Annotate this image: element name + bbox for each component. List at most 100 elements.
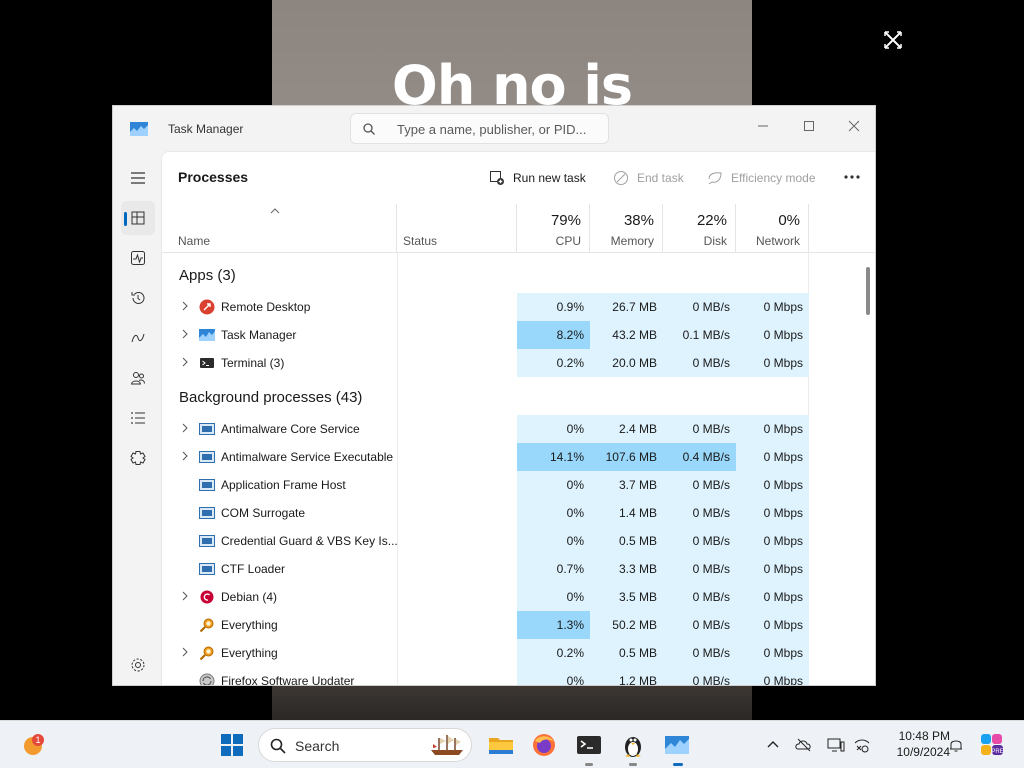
- expand-chevron-icon[interactable]: [181, 423, 189, 433]
- minimize-button[interactable]: [740, 111, 786, 141]
- process-name: Antimalware Service Executable: [221, 450, 394, 464]
- nav-item-details[interactable]: [121, 401, 155, 435]
- vertical-scrollbar[interactable]: [866, 267, 870, 315]
- firefox-icon[interactable]: [530, 731, 558, 759]
- column-header-disk[interactable]: 22% Disk: [663, 204, 736, 252]
- taskbar-search[interactable]: Search: [258, 728, 472, 762]
- efficiency-mode-button[interactable]: Efficiency mode: [707, 168, 822, 190]
- close-button[interactable]: [831, 111, 875, 141]
- task-manager-window: Task Manager Type a name, publisher, or …: [112, 105, 876, 686]
- nav-item-services[interactable]: [121, 441, 155, 475]
- weather-icon[interactable]: 1: [20, 731, 48, 759]
- copilot-icon[interactable]: PRE: [979, 732, 1005, 758]
- expand-chevron-icon[interactable]: [181, 591, 189, 601]
- table-row[interactable]: COM Surrogate 0% 1.4 MB 0 MB/s 0 Mbps: [162, 499, 875, 527]
- table-row[interactable]: Firefox Software Updater 0% 1.2 MB 0 MB/…: [162, 667, 875, 685]
- taskbar: 1 Search 10:48 PM 10/9/2024 PRE: [0, 720, 1024, 768]
- disk-cell: 0 MB/s: [663, 583, 736, 611]
- network-settings-icon[interactable]: [853, 736, 871, 754]
- more-options-icon[interactable]: [842, 172, 862, 182]
- service-window-icon: [199, 423, 215, 435]
- chevron-up-icon[interactable]: [764, 736, 782, 754]
- nav-item-performance[interactable]: [121, 241, 155, 275]
- memory-cell: 1.4 MB: [590, 499, 663, 527]
- nav-item-settings[interactable]: [121, 648, 155, 682]
- memory-total-percent: 38%: [623, 212, 654, 229]
- maximize-button[interactable]: [786, 111, 832, 141]
- display-icon[interactable]: [827, 736, 845, 754]
- column-header-name[interactable]: Name: [162, 204, 397, 252]
- table-row[interactable]: Application Frame Host 0% 3.7 MB 0 MB/s …: [162, 471, 875, 499]
- process-name: Remote Desktop: [221, 300, 311, 314]
- minimize-icon: [758, 125, 768, 127]
- table-row[interactable]: Task Manager 8.2% 43.2 MB 0.1 MB/s 0 Mbp…: [162, 321, 875, 349]
- expand-chevron-icon[interactable]: [181, 451, 189, 461]
- network-cell: 0 Mbps: [736, 639, 809, 667]
- column-header-memory[interactable]: 38% Memory: [590, 204, 663, 252]
- terminal-icon[interactable]: [575, 731, 603, 759]
- expand-chevron-icon[interactable]: [181, 357, 189, 367]
- table-row[interactable]: Antimalware Core Service 0% 2.4 MB 0 MB/…: [162, 415, 875, 443]
- overlay-close-icon[interactable]: [880, 27, 906, 53]
- remote-desktop-icon: [199, 299, 215, 315]
- cpu-cell: 1.3%: [517, 611, 590, 639]
- process-table: Apps (3) Background processes (43) Remot…: [162, 253, 875, 685]
- search-placeholder: Type a name, publisher, or PID...: [397, 122, 587, 137]
- service-window-icon: [199, 563, 215, 575]
- system-clock[interactable]: 10:48 PM 10/9/2024: [880, 728, 950, 760]
- memory-cell: 26.7 MB: [590, 293, 663, 321]
- process-name: Application Frame Host: [221, 478, 346, 492]
- table-row[interactable]: Remote Desktop 0.9% 26.7 MB 0 MB/s 0 Mbp…: [162, 293, 875, 321]
- table-row[interactable]: Credential Guard & VBS Key Is... 0% 0.5 …: [162, 527, 875, 555]
- nav-item-users[interactable]: [121, 361, 155, 395]
- end-task-button[interactable]: End task: [613, 168, 688, 190]
- process-name: Antimalware Core Service: [221, 422, 360, 436]
- group-header-background: Background processes (43): [179, 389, 363, 406]
- network-label: Network: [755, 234, 800, 248]
- users-icon: [130, 372, 145, 385]
- network-cell: 0 Mbps: [736, 321, 809, 349]
- terminal-icon: [200, 358, 214, 368]
- network-cell: 0 Mbps: [736, 527, 809, 555]
- task-manager-icon: [199, 329, 215, 341]
- network-cell: 0 Mbps: [736, 667, 809, 685]
- task-manager-icon[interactable]: [663, 731, 691, 759]
- search-input[interactable]: Type a name, publisher, or PID...: [350, 113, 609, 144]
- service-window-icon: [199, 535, 215, 547]
- running-indicator: [585, 763, 593, 766]
- run-new-task-button[interactable]: Run new task: [489, 168, 589, 190]
- onedrive-offline-icon[interactable]: [795, 736, 813, 754]
- disk-cell: 0 MB/s: [663, 639, 736, 667]
- run-new-task-icon: [490, 171, 504, 185]
- table-row[interactable]: Terminal (3) 0.2% 20.0 MB 0 MB/s 0 Mbps: [162, 349, 875, 377]
- taskbar-search-label: Search: [295, 738, 340, 754]
- table-row[interactable]: Everything 0.2% 0.5 MB 0 MB/s 0 Mbps: [162, 639, 875, 667]
- table-row[interactable]: Antimalware Service Executable 14.1% 107…: [162, 443, 875, 471]
- disk-cell: 0.1 MB/s: [663, 321, 736, 349]
- column-header-status[interactable]: Status: [397, 204, 517, 252]
- title-bar[interactable]: Task Manager Type a name, publisher, or …: [113, 106, 875, 151]
- expand-chevron-icon[interactable]: [181, 647, 189, 657]
- start-icon[interactable]: [218, 731, 246, 759]
- expand-chevron-icon[interactable]: [181, 329, 189, 339]
- nav-item-startup-apps[interactable]: [121, 321, 155, 355]
- file-explorer-icon[interactable]: [487, 731, 515, 759]
- table-row[interactable]: Everything 1.3% 50.2 MB 0 MB/s 0 Mbps: [162, 611, 875, 639]
- expand-chevron-icon[interactable]: [181, 301, 189, 311]
- linux-tux-icon[interactable]: [619, 731, 647, 759]
- network-cell: 0 Mbps: [736, 415, 809, 443]
- nav-item-processes[interactable]: [121, 201, 155, 235]
- service-window-icon: [199, 451, 215, 463]
- column-header-network[interactable]: 0% Network: [736, 204, 809, 252]
- search-icon: [363, 123, 375, 135]
- nav-item-app-history[interactable]: [121, 281, 155, 315]
- table-row[interactable]: Debian (4) 0% 3.5 MB 0 MB/s 0 Mbps: [162, 583, 875, 611]
- column-header-cpu[interactable]: 79% CPU: [517, 204, 590, 252]
- notification-bell-icon[interactable]: [947, 736, 965, 754]
- service-window-icon: [199, 479, 215, 491]
- table-row[interactable]: CTF Loader 0.7% 3.3 MB 0 MB/s 0 Mbps: [162, 555, 875, 583]
- process-name: Credential Guard & VBS Key Is...: [221, 534, 398, 548]
- nav-menu-button[interactable]: [121, 161, 155, 195]
- disk-cell: 0 MB/s: [663, 293, 736, 321]
- column-status-label: Status: [403, 234, 438, 248]
